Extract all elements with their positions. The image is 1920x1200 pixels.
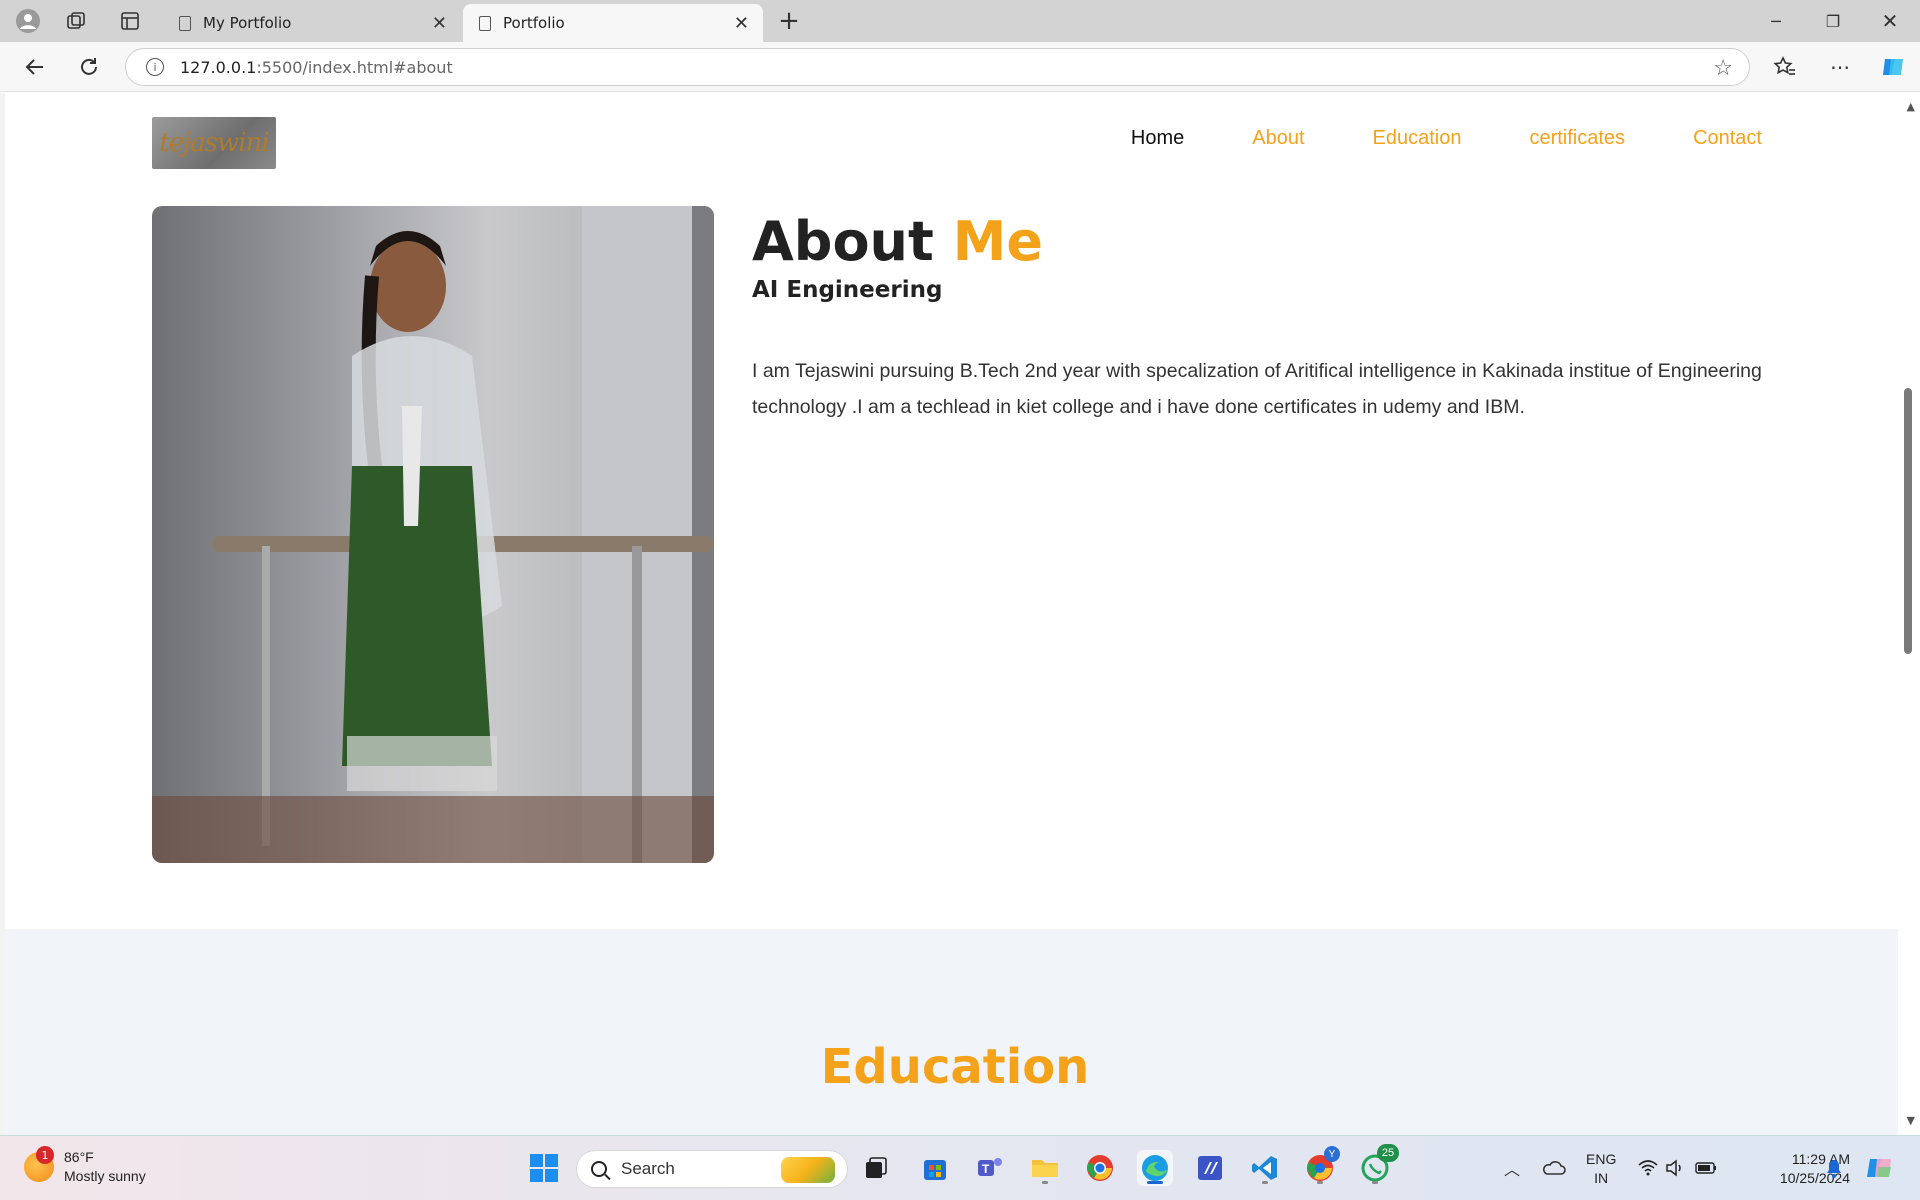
weather-desc: Mostly sunny [64, 1168, 146, 1184]
region-label: IN [1594, 1170, 1609, 1186]
nav-home[interactable]: Home [1131, 127, 1184, 150]
tab-title: Portfolio [503, 14, 565, 32]
main-nav: Home About Education certificates Contac… [1063, 127, 1762, 150]
about-section: About Me AI Engineering I am Tejaswini p… [152, 206, 1762, 866]
workspaces-icon[interactable] [62, 7, 90, 35]
battery-icon[interactable] [1688, 1150, 1724, 1186]
search-icon [591, 1161, 607, 1177]
close-tab-icon[interactable]: ✕ [734, 13, 749, 34]
language-indicator[interactable]: ENG IN [1586, 1150, 1616, 1188]
page-viewport: tejaswini Home About Education certifica… [0, 93, 1920, 1135]
nav-contact[interactable]: Contact [1693, 127, 1762, 150]
about-subtitle: AI Engineering [752, 277, 943, 304]
about-text: About Me AI Engineering I am Tejaswini p… [752, 206, 1762, 425]
search-highlight-icon [781, 1157, 835, 1183]
more-options-icon[interactable]: ⋯ [1825, 52, 1855, 82]
chrome-profile-badge: Y [1324, 1146, 1340, 1162]
copilot-taskbar-icon[interactable] [1862, 1150, 1898, 1186]
whatsapp-badge: 25 [1377, 1144, 1399, 1162]
url-host: 127.0.0.1 [180, 57, 257, 77]
teams-icon[interactable]: T [972, 1150, 1008, 1186]
scroll-up-arrow-icon[interactable]: ▲ [1907, 100, 1915, 113]
edge-icon[interactable] [1137, 1150, 1173, 1186]
vertical-tabs-icon[interactable] [116, 7, 144, 35]
notification-bell-icon[interactable] [1816, 1150, 1852, 1186]
minimize-icon[interactable]: ─ [1748, 0, 1804, 42]
new-tab-icon[interactable]: + [775, 6, 803, 36]
tab-title: My Portfolio [203, 14, 292, 32]
taskbar: 1 86°F Mostly sunny Search T Y 25 ︿ ENG … [0, 1135, 1920, 1200]
url-path: :5500/index.html#about [256, 57, 453, 77]
weather-badge: 1 [36, 1146, 54, 1164]
chrome-profile-icon[interactable]: Y [1302, 1146, 1340, 1186]
browser-toolbar: i 127.0.0.1:5500/index.html#about ☆ ⋯ [0, 42, 1920, 92]
nav-certificates[interactable]: certificates [1529, 127, 1625, 150]
site-header: tejaswini Home About Education certifica… [152, 117, 1762, 171]
show-hidden-icons-chevron-icon[interactable]: ︿ [1494, 1150, 1530, 1186]
weather-temp: 86°F [64, 1149, 94, 1165]
favorites-icon[interactable] [1770, 52, 1800, 82]
close-window-icon[interactable]: ✕ [1862, 0, 1918, 42]
nav-about[interactable]: About [1252, 127, 1304, 150]
weather-widget[interactable]: 1 86°F Mostly sunny [24, 1146, 146, 1186]
page-icon [479, 15, 491, 31]
vscode-insiders-icon[interactable] [1192, 1150, 1228, 1186]
restore-icon[interactable]: ❐ [1805, 0, 1861, 42]
site-info-icon[interactable]: i [146, 58, 164, 76]
nav-education[interactable]: Education [1373, 127, 1462, 150]
sun-icon: 1 [24, 1146, 54, 1182]
back-arrow-icon[interactable] [20, 52, 50, 82]
close-tab-icon[interactable]: ✕ [432, 13, 447, 34]
about-heading-main: About [752, 210, 934, 273]
education-section: Education [5, 929, 1905, 1135]
tab-portfolio[interactable]: Portfolio ✕ [463, 4, 763, 42]
profile-icon[interactable] [14, 7, 42, 35]
copilot-icon[interactable] [1878, 52, 1908, 82]
education-heading: Education [820, 1039, 1090, 1095]
about-description: I am Tejaswini pursuing B.Tech 2nd year … [752, 360, 1762, 419]
site-logo[interactable]: tejaswini [152, 117, 276, 169]
browser-tab-bar: My Portfolio ✕ Portfolio ✕ + ─ ❐ ✕ [0, 0, 1920, 42]
about-heading-accent: Me [952, 210, 1043, 273]
vscode-icon[interactable] [1247, 1150, 1283, 1186]
search-label: Search [621, 1159, 675, 1178]
scrollbar-thumb[interactable] [1904, 388, 1912, 654]
store-icon[interactable] [917, 1150, 953, 1186]
favorite-star-icon[interactable]: ☆ [1713, 56, 1733, 81]
profile-photo [152, 206, 714, 863]
svg-text:T: T [982, 1162, 990, 1176]
language-label: ENG [1586, 1151, 1617, 1167]
about-heading: About Me [752, 212, 1762, 271]
tab-my-portfolio[interactable]: My Portfolio ✕ [163, 4, 461, 42]
file-explorer-icon[interactable] [1027, 1150, 1063, 1186]
onedrive-icon[interactable] [1536, 1150, 1572, 1186]
page-icon [179, 15, 191, 31]
refresh-icon[interactable] [74, 52, 104, 82]
scroll-down-arrow-icon[interactable]: ▼ [1907, 1114, 1915, 1127]
chrome-icon[interactable] [1082, 1150, 1118, 1186]
address-bar[interactable]: i 127.0.0.1:5500/index.html#about ☆ [125, 48, 1750, 86]
taskbar-search[interactable]: Search [576, 1150, 848, 1188]
start-windows-icon[interactable] [526, 1150, 562, 1186]
task-view-icon[interactable] [858, 1150, 894, 1186]
whatsapp-icon[interactable]: 25 [1357, 1144, 1399, 1186]
logo-text: tejaswini [159, 128, 269, 158]
